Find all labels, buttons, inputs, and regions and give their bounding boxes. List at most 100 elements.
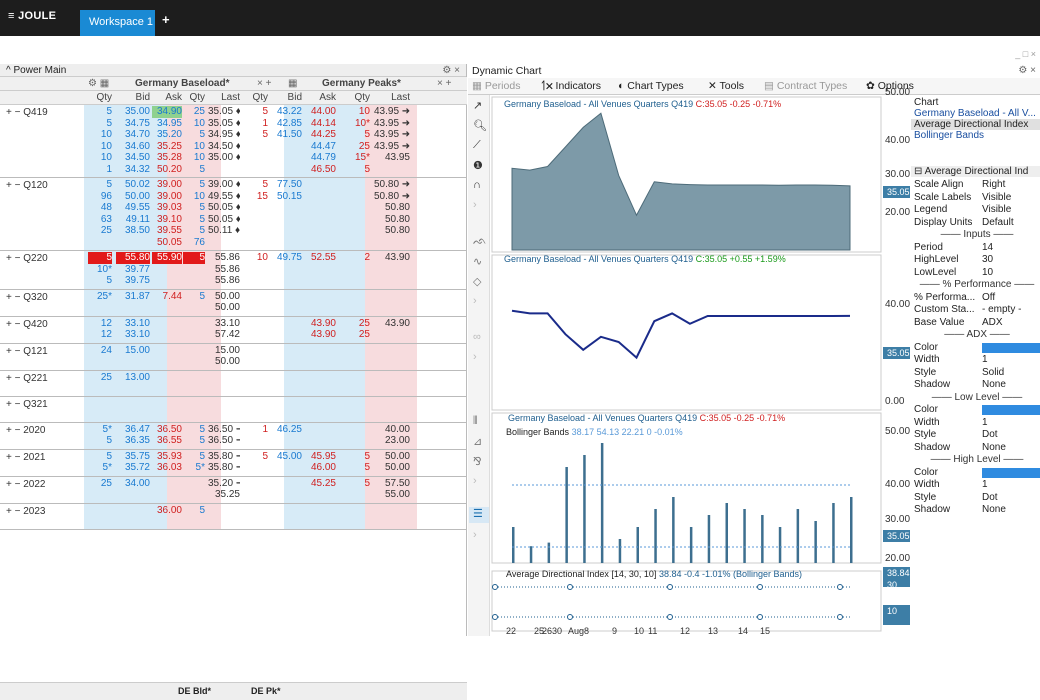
grid-cell[interactable]: 36.50 ➜ (208, 435, 240, 447)
grid-cell[interactable]: 43.90 (304, 318, 336, 330)
grid-cell[interactable]: 35.20 (152, 129, 182, 141)
grid-cell[interactable]: 5 (340, 129, 370, 141)
grid-cell[interactable]: 43.90 (374, 318, 410, 330)
app-logo[interactable]: ≡ JOULE (8, 10, 56, 22)
grid-cell[interactable]: 31.87 (116, 291, 150, 303)
grid-cell[interactable]: 2 (340, 252, 370, 264)
zoom-icon[interactable]: 🔍︎ (473, 119, 487, 132)
prop-value[interactable]: Dot (982, 429, 998, 440)
grid-cell[interactable]: 5 (183, 252, 205, 264)
grid-cell[interactable]: 35.00 (116, 106, 150, 118)
column-header[interactable]: Ask (152, 91, 182, 105)
group-label[interactable]: + − 2023 (6, 506, 45, 517)
wave2-icon[interactable]: ∿ (473, 255, 482, 268)
grid-cell[interactable]: 50.80 ➜ (374, 179, 410, 191)
chevron-right-icon[interactable]: › (473, 529, 477, 541)
grid-cell[interactable]: 43.95 ➜ (374, 141, 410, 153)
grid-cell[interactable]: 36.50 (152, 424, 182, 436)
grid-cell[interactable]: 76 (183, 237, 205, 249)
grid-cell[interactable]: 50.05 ♦ (208, 214, 240, 226)
magnet-icon[interactable]: ∩ (473, 179, 481, 191)
grid-cell[interactable]: 5 (183, 179, 205, 191)
prop-value[interactable]: Off (982, 292, 995, 303)
grid-cell[interactable]: 25 (340, 318, 370, 330)
group-label[interactable]: + − 2021 (6, 452, 45, 463)
grid-cell[interactable]: 10 (183, 118, 205, 130)
grid-cell[interactable]: 5 (183, 291, 205, 303)
grid-cell[interactable]: 5 (242, 129, 268, 141)
grid-cell[interactable]: 35.20 ➜ (208, 478, 240, 490)
grid-cell[interactable]: 35.80 ➜ (208, 462, 240, 474)
grid-cell[interactable]: 5 (183, 225, 205, 237)
bars-icon[interactable]: ⫴ (473, 415, 478, 428)
grid-cell[interactable]: 34.60 (116, 141, 150, 153)
grid-cell[interactable]: 1 (242, 424, 268, 436)
workspace-tab[interactable]: Workspace 1 (80, 10, 155, 36)
grid-cell[interactable]: 5 (183, 451, 205, 463)
chart-icon[interactable]: ⊿ (473, 435, 482, 448)
grid-cell[interactable]: 5* (88, 424, 112, 436)
grid-cell[interactable]: 5 (242, 106, 268, 118)
grid-cell[interactable]: 35.25 (208, 489, 240, 501)
prop-value[interactable]: 1 (982, 417, 988, 428)
grid-cell[interactable]: 43.90 (304, 329, 336, 341)
grid-cell[interactable]: 49.75 (270, 252, 302, 264)
grid-cell[interactable]: 13.00 (116, 372, 150, 384)
grid-cell[interactable]: 23.00 (374, 435, 410, 447)
prop-value[interactable]: Right (982, 179, 1005, 190)
contract-types-button[interactable]: ▤ Contract Types (764, 80, 847, 92)
grid-cell[interactable]: 25* (88, 291, 112, 303)
column-header[interactable]: Qty (183, 91, 205, 105)
grid-cell[interactable]: 50.00 (374, 451, 410, 463)
grid-cell[interactable]: 36.00 (152, 505, 182, 517)
grid-cell[interactable]: 5* (88, 462, 112, 474)
grid-cell[interactable]: 10 (183, 191, 205, 203)
grid-cell[interactable]: 38.50 (116, 225, 150, 237)
grid-cell[interactable]: 35.93 (152, 451, 182, 463)
column-header[interactable]: Qty (340, 91, 370, 105)
grid-cell[interactable]: 36.35 (116, 435, 150, 447)
grid-cell[interactable]: 5 (183, 164, 205, 176)
prop-value[interactable]: 1 (982, 354, 988, 365)
grid-cell[interactable]: 43.95 ➜ (374, 129, 410, 141)
grid-cell[interactable]: 44.00 (304, 106, 336, 118)
infinity-icon[interactable]: ∞ (473, 331, 481, 343)
column-header[interactable]: Qty (88, 91, 112, 105)
grid-cell[interactable]: 57.42 (208, 329, 240, 341)
grid-cell[interactable]: 5 (242, 179, 268, 191)
grid-cell[interactable]: 1 (242, 118, 268, 130)
group-label[interactable]: + − 2020 (6, 425, 45, 436)
props-chart-item[interactable]: Germany Baseload - All V... (914, 108, 1036, 119)
grid-cell[interactable]: 52.55 (304, 252, 336, 264)
grid-cell[interactable]: 63 (88, 214, 112, 226)
wave-icon[interactable]: ᨒ (473, 235, 487, 248)
grid-cell[interactable]: 34.32 (116, 164, 150, 176)
prop-value[interactable]: None (982, 504, 1006, 515)
column-header[interactable]: Bid (270, 91, 302, 105)
grid-cell[interactable]: 25 (88, 478, 112, 490)
grid-cell[interactable]: 40.00 (374, 424, 410, 436)
grid-cell[interactable]: 50.00 (208, 302, 240, 314)
grid-cell[interactable]: 50.00 (116, 191, 150, 203)
grid-cell[interactable]: 50.00 (374, 462, 410, 474)
grid-cell[interactable]: 15* (340, 152, 370, 164)
grid-cell[interactable]: 46.00 (304, 462, 336, 474)
grid-cell[interactable]: 15.00 (116, 345, 150, 357)
grid-cell[interactable]: 10 (88, 141, 112, 153)
grid-cell[interactable]: 45.25 (304, 478, 336, 490)
panel-controls[interactable]: ⚙ × (442, 64, 460, 77)
chevron-right-icon[interactable]: › (473, 295, 477, 307)
grid-cell[interactable]: 43.95 (374, 152, 410, 164)
grid-cell[interactable]: 39.10 (152, 214, 182, 226)
color-swatch[interactable] (982, 405, 1040, 415)
grid-cell[interactable]: 12 (88, 318, 112, 330)
grid-cell[interactable]: 55.90 (152, 252, 182, 264)
grid-cell[interactable]: 43.22 (270, 106, 302, 118)
grid-cell[interactable]: 45.95 (304, 451, 336, 463)
grid-cell[interactable]: 10 (340, 106, 370, 118)
grid-cell[interactable]: 10 (88, 152, 112, 164)
grid-cell[interactable]: 55.86 (208, 252, 240, 264)
grid-cell[interactable]: 55.00 (374, 489, 410, 501)
grid-cell[interactable]: 34.50 (116, 152, 150, 164)
grid-cell[interactable]: 25 (340, 141, 370, 153)
